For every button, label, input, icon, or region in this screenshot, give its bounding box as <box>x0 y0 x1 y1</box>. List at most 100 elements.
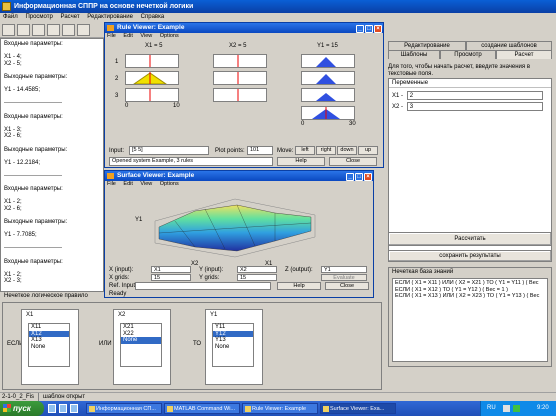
calculate-button[interactable]: Рассчитать <box>388 232 552 246</box>
tab-editing[interactable]: Редактирование <box>388 41 466 50</box>
variables-header: Переменные <box>389 79 551 88</box>
kb-rule-list[interactable]: ЕСЛИ ( X1 = X11 ) ИЛИ ( X2 = X21 ) ТО ( … <box>392 278 548 362</box>
x1-input[interactable]: 2 <box>406 91 543 100</box>
close-button[interactable]: Close <box>325 282 369 290</box>
tab-view[interactable]: Просмотр <box>440 50 496 59</box>
tab-create-templates[interactable]: создание шаблонов <box>466 41 552 50</box>
mf-plot[interactable] <box>301 71 355 85</box>
menu-file[interactable]: Файл <box>0 13 21 22</box>
minimize-icon[interactable]: _ <box>356 25 364 33</box>
x-axis-label: X2 <box>191 261 199 267</box>
x2-label: X2 - <box>392 104 404 111</box>
list-item[interactable]: None <box>121 337 161 344</box>
save-icon[interactable] <box>77 24 90 36</box>
close-icon[interactable]: × <box>364 173 372 181</box>
kb-rule[interactable]: ЕСЛИ ( X1 = X11 ) ИЛИ ( X2 = X21 ) ТО ( … <box>395 280 545 287</box>
task-button[interactable]: Информационная СП... <box>86 403 162 414</box>
tray-icon[interactable] <box>503 405 510 412</box>
task-button[interactable]: Surface Viewer: Exa... <box>320 403 396 414</box>
list-item[interactable]: None <box>213 344 253 351</box>
z-output-select[interactable]: Y1 <box>321 266 367 273</box>
ref-input-label: Ref. Input: <box>109 283 137 289</box>
save-results-button[interactable]: сохранить результаты <box>388 250 552 262</box>
open-icon[interactable] <box>17 24 30 36</box>
move-right-button[interactable]: right <box>316 146 336 155</box>
task-button[interactable]: Rule Viewer: Example <box>242 403 318 414</box>
quicklaunch-icon[interactable] <box>48 404 56 413</box>
move-down-button[interactable]: down <box>337 146 357 155</box>
output-aggregate-plot[interactable] <box>301 106 355 120</box>
y-input-select[interactable]: X2 <box>237 266 277 273</box>
close-icon[interactable]: × <box>374 25 382 33</box>
menu-file[interactable]: File <box>107 181 116 187</box>
new-icon[interactable] <box>2 24 15 36</box>
mf-plot-graph <box>237 72 239 84</box>
menu-view[interactable]: View <box>140 181 152 187</box>
search-icon[interactable] <box>32 24 45 36</box>
menu-edit[interactable]: Edit <box>123 33 132 39</box>
y-grids-field[interactable]: 15 <box>237 274 277 281</box>
menu-calc[interactable]: Расчет <box>58 13 83 22</box>
x2-listbox[interactable]: X21 X22 None <box>120 323 162 367</box>
task-button[interactable]: MATLAB Command Wi... <box>164 403 240 414</box>
mf-plot[interactable] <box>125 54 179 68</box>
col-x2-label: X2 = 5 <box>229 43 247 49</box>
surface-viewer-titlebar[interactable]: Surface Viewer: Example _ □ × <box>105 171 373 181</box>
start-button[interactable]: пуск <box>0 401 44 416</box>
kb-header: Нечеткая база знаний <box>392 269 454 275</box>
maximize-icon[interactable]: □ <box>365 25 373 33</box>
plot-points-field[interactable]: 101 <box>247 146 273 155</box>
input-field[interactable]: [5 5] <box>129 146 209 155</box>
maximize-icon[interactable]: □ <box>355 173 363 181</box>
mf-plot[interactable] <box>213 88 267 102</box>
list-item[interactable]: None <box>29 344 69 351</box>
x-grids-field[interactable]: 15 <box>151 274 191 281</box>
help-button[interactable]: Help <box>277 157 325 166</box>
tray-icon[interactable] <box>513 405 520 412</box>
move-up-button[interactable]: up <box>358 146 378 155</box>
edit-icon[interactable] <box>62 24 75 36</box>
mf-plot[interactable] <box>125 71 179 85</box>
language-indicator[interactable]: RU <box>487 401 496 416</box>
menu-file[interactable]: File <box>107 33 116 39</box>
x2-input[interactable]: 3 <box>406 102 543 111</box>
x2-row: X2 - 3 <box>392 102 543 111</box>
help-button[interactable]: Help <box>277 282 321 290</box>
tab-templates[interactable]: Шаблоны <box>388 50 440 59</box>
menu-help[interactable]: Справка <box>138 13 168 22</box>
surface-plot[interactable] <box>145 191 325 263</box>
menu-view[interactable]: Просмотр <box>22 13 55 22</box>
menu-options[interactable]: Options <box>160 33 179 39</box>
results-log[interactable]: Входные параметры: X1 - 4; X2 - 5; Выходн… <box>0 38 104 292</box>
menu-options[interactable]: Options <box>160 181 179 187</box>
kb-rule[interactable]: ЕСЛИ ( X1 = X13 ) ИЛИ ( X2 = X23 ) ТО ( … <box>395 293 545 300</box>
x-input-select[interactable]: X1 <box>151 266 191 273</box>
tick-label: 30 <box>349 121 356 127</box>
y1-listbox[interactable]: Y11 Y12 Y13 None <box>212 323 254 367</box>
mf-plot[interactable] <box>213 54 267 68</box>
task-label: Surface Viewer: Exa... <box>330 406 385 412</box>
surface-viewer-menu: File Edit View Options <box>105 181 373 188</box>
ref-input-field[interactable] <box>135 282 271 290</box>
x1-listbox[interactable]: X11 X12 X13 None <box>28 323 70 367</box>
mf-plot-graph <box>149 55 151 67</box>
menu-edit[interactable]: Edit <box>123 181 132 187</box>
mf-plot[interactable] <box>301 88 355 102</box>
x-input-label: X (input): <box>109 267 134 273</box>
mf-plot[interactable] <box>301 54 355 68</box>
mf-plot[interactable] <box>213 71 267 85</box>
menu-view[interactable]: View <box>140 33 152 39</box>
tab-calc[interactable]: Расчет <box>496 50 552 59</box>
rule-viewer-titlebar[interactable]: Rule Viewer: Example _ □ × <box>105 23 383 33</box>
y-input-label: Y (input): <box>199 267 224 273</box>
mf-plot[interactable] <box>125 88 179 102</box>
minimize-icon[interactable]: _ <box>346 173 354 181</box>
quicklaunch-icon[interactable] <box>59 404 67 413</box>
rules-icon[interactable] <box>47 24 60 36</box>
evaluate-button[interactable]: Evaluate <box>321 274 367 281</box>
menu-edit[interactable]: Редактирование <box>84 13 136 22</box>
close-button[interactable]: Close <box>329 157 377 166</box>
quicklaunch-icon[interactable] <box>70 404 78 413</box>
move-left-button[interactable]: left <box>295 146 315 155</box>
